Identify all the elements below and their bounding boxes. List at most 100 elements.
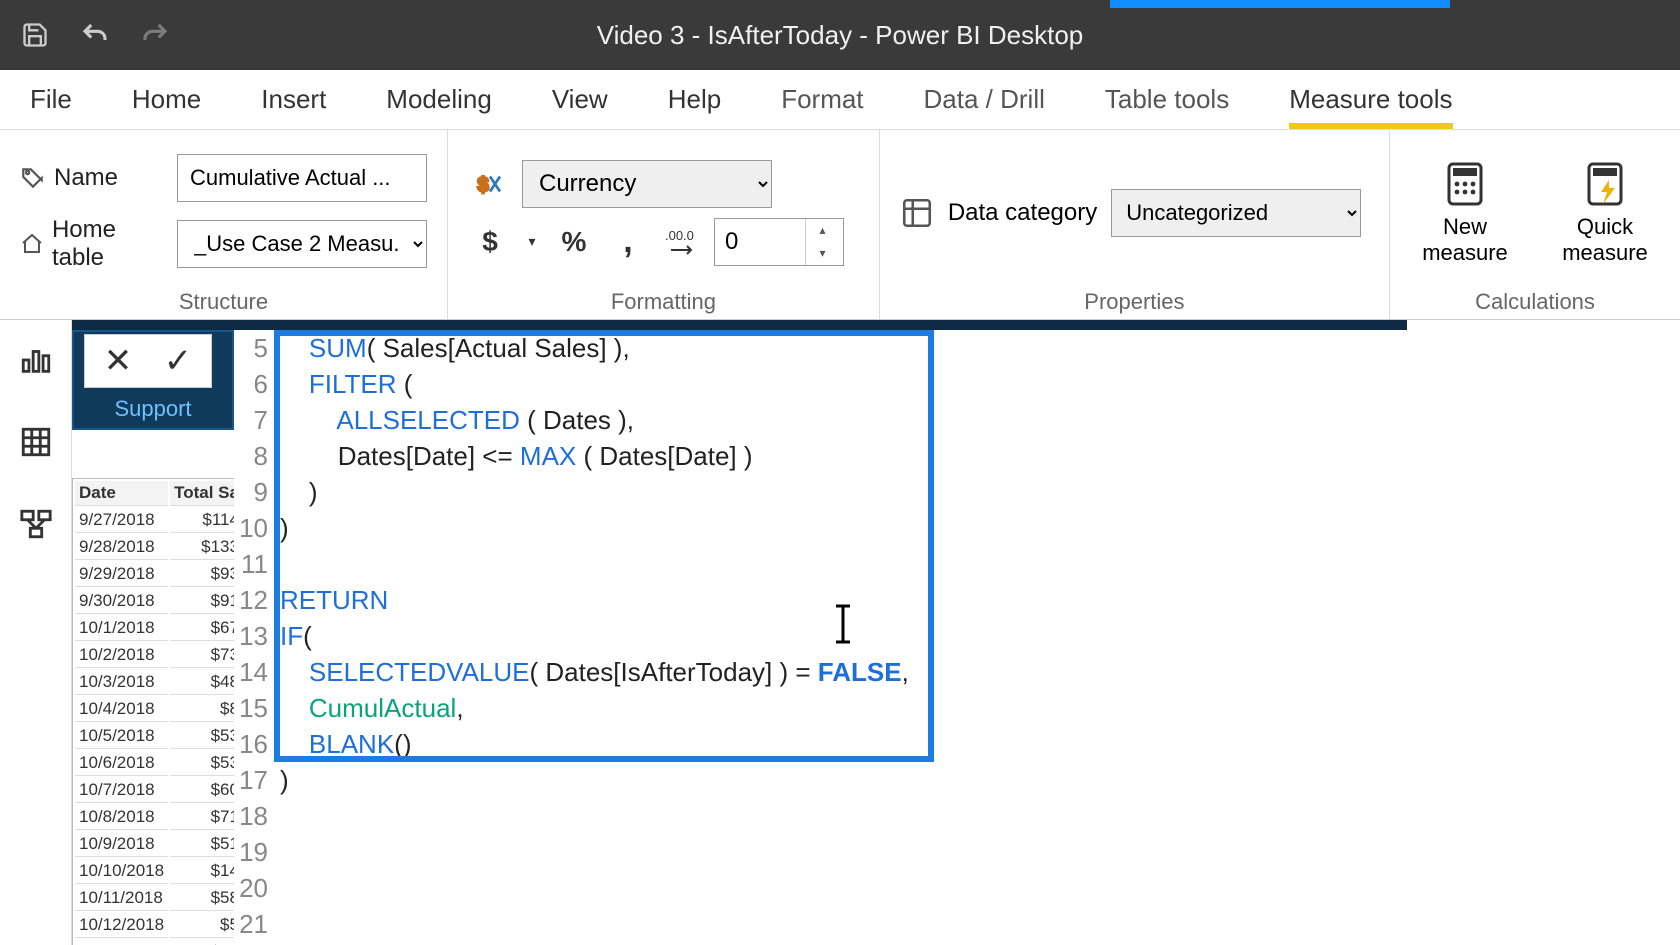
group-formatting-label: Formatting: [468, 285, 859, 315]
code-line[interactable]: FILTER (: [280, 366, 1680, 402]
cell-date: 10/5/2018: [75, 724, 168, 749]
data-category-label: Data category: [948, 199, 1097, 227]
group-properties: Data category Uncategorized Properties: [880, 130, 1390, 319]
code-line[interactable]: ): [280, 474, 1680, 510]
format-select[interactable]: Currency: [522, 160, 772, 208]
cell-date: 10/11/2018: [75, 886, 168, 911]
code-line[interactable]: [280, 834, 1680, 870]
home-table-label: Home table: [20, 216, 165, 272]
svg-text:$: $: [478, 174, 489, 196]
new-measure-button[interactable]: New measure: [1410, 160, 1520, 265]
tab-file[interactable]: File: [30, 70, 72, 129]
thousands-separator-button[interactable]: ,: [606, 220, 650, 264]
tab-help[interactable]: Help: [668, 70, 721, 129]
support-label: Support: [114, 396, 191, 422]
commit-formula-button[interactable]: ✓: [161, 341, 195, 381]
spinner-down-icon[interactable]: ▾: [805, 242, 839, 265]
line-gutter: 56789101112131415161718192021: [234, 330, 274, 945]
tab-view[interactable]: View: [552, 70, 608, 129]
tab-table-tools[interactable]: Table tools: [1105, 70, 1229, 129]
new-measure-label: New measure: [1410, 214, 1520, 265]
group-properties-label: Properties: [900, 285, 1369, 315]
tab-data-drill[interactable]: Data / Drill: [924, 70, 1045, 129]
decimal-places-input[interactable]: [715, 219, 805, 265]
quick-measure-button[interactable]: Quick measure: [1550, 160, 1660, 265]
ribbon-tabs: File Home Insert Modeling View Help Form…: [0, 70, 1680, 130]
cell-date: 10/6/2018: [75, 751, 168, 776]
code-line[interactable]: CumulActual,: [280, 690, 1680, 726]
format-type-icon: $: [468, 162, 512, 206]
code-line[interactable]: [280, 798, 1680, 834]
quick-measure-label: Quick measure: [1550, 214, 1660, 265]
data-category-icon: [900, 196, 934, 230]
cell-date: 10/3/2018: [75, 670, 168, 695]
code-line[interactable]: BLANK(): [280, 726, 1680, 762]
code-line[interactable]: RETURN: [280, 582, 1680, 618]
decimal-decrease-icon[interactable]: .00.0: [660, 220, 704, 264]
cell-date: 10/2/2018: [75, 643, 168, 668]
cell-date: 10/7/2018: [75, 778, 168, 803]
calculator-icon: [1441, 160, 1489, 208]
svg-text:.00: .00: [665, 228, 683, 243]
svg-text:.0: .0: [683, 228, 694, 243]
window-title: Video 3 - IsAfterToday - Power BI Deskto…: [597, 20, 1084, 51]
name-label: Name: [20, 164, 165, 192]
tab-measure-tools[interactable]: Measure tools: [1289, 70, 1452, 129]
col-date[interactable]: Date: [75, 481, 168, 506]
tab-modeling[interactable]: Modeling: [386, 70, 492, 129]
save-icon[interactable]: [20, 20, 50, 50]
code-line[interactable]: SUM( Sales[Actual Sales] ),: [280, 330, 1680, 366]
cancel-formula-button[interactable]: ✕: [101, 341, 135, 381]
work-area: ✕ ✓ Support Date Total Sales 9/27/2018$1…: [0, 320, 1680, 945]
cell-date: 10/12/2018: [75, 913, 168, 938]
cell-date: 10/1/2018: [75, 616, 168, 641]
code-line[interactable]: ): [280, 510, 1680, 546]
cell-date: 10/10/2018: [75, 859, 168, 884]
code-line[interactable]: [280, 906, 1680, 942]
cell-date: 10/9/2018: [75, 832, 168, 857]
group-structure-label: Structure: [20, 285, 427, 315]
report-view-icon[interactable]: [16, 340, 56, 380]
currency-dropdown-icon[interactable]: ▾: [522, 220, 542, 264]
code-line[interactable]: Dates[Date] <= MAX ( Dates[Date] ): [280, 438, 1680, 474]
cell-date: 9/27/2018: [75, 508, 168, 533]
code-line[interactable]: [280, 546, 1680, 582]
group-calculations: New measure Quick measure Calculations: [1390, 130, 1680, 319]
model-view-icon[interactable]: [16, 504, 56, 544]
cell-date: 10/13/2018: [75, 940, 168, 945]
quick-measure-icon: [1581, 160, 1629, 208]
decimal-places-spinner[interactable]: ▴▾: [714, 218, 844, 266]
spinner-up-icon[interactable]: ▴: [805, 219, 839, 242]
code-area[interactable]: SUM( Sales[Actual Sales] ), FILTER ( ALL…: [274, 330, 1680, 945]
cell-date: 10/4/2018: [75, 697, 168, 722]
redo-icon[interactable]: [140, 20, 170, 50]
currency-button[interactable]: $: [468, 220, 512, 264]
code-line[interactable]: IF(: [280, 618, 1680, 654]
formula-editor[interactable]: 56789101112131415161718192021 SUM( Sales…: [234, 330, 1680, 945]
data-view-icon[interactable]: [16, 422, 56, 462]
tab-insert[interactable]: Insert: [261, 70, 326, 129]
canvas: ✕ ✓ Support Date Total Sales 9/27/2018$1…: [72, 320, 1680, 945]
nav-rail: [0, 320, 72, 945]
tab-format[interactable]: Format: [781, 70, 863, 129]
code-line[interactable]: [280, 870, 1680, 906]
percent-button[interactable]: %: [552, 220, 596, 264]
canvas-header-strip: [72, 320, 1407, 330]
measure-name-input[interactable]: [177, 154, 427, 202]
home-table-select[interactable]: _Use Case 2 Measu...: [177, 220, 427, 268]
undo-icon[interactable]: [80, 20, 110, 50]
code-line[interactable]: SELECTEDVALUE( Dates[IsAfterToday] ) = F…: [280, 654, 1680, 690]
cell-date: 9/28/2018: [75, 535, 168, 560]
data-category-select[interactable]: Uncategorized: [1111, 189, 1361, 237]
title-bar: Video 3 - IsAfterToday - Power BI Deskto…: [0, 0, 1680, 70]
cell-date: 10/8/2018: [75, 805, 168, 830]
formula-bar-buttons: ✕ ✓: [84, 334, 212, 388]
group-structure: Name Home table _Use Case 2 Measu... Str…: [0, 130, 448, 319]
cell-date: 9/30/2018: [75, 589, 168, 614]
code-line[interactable]: ): [280, 762, 1680, 798]
group-formatting: $ Currency $ ▾ % , .00.0 ▴▾: [448, 130, 880, 319]
tab-home[interactable]: Home: [132, 70, 201, 129]
accent-bar: [1110, 0, 1450, 8]
tag-icon: [20, 165, 46, 191]
code-line[interactable]: ALLSELECTED ( Dates ),: [280, 402, 1680, 438]
